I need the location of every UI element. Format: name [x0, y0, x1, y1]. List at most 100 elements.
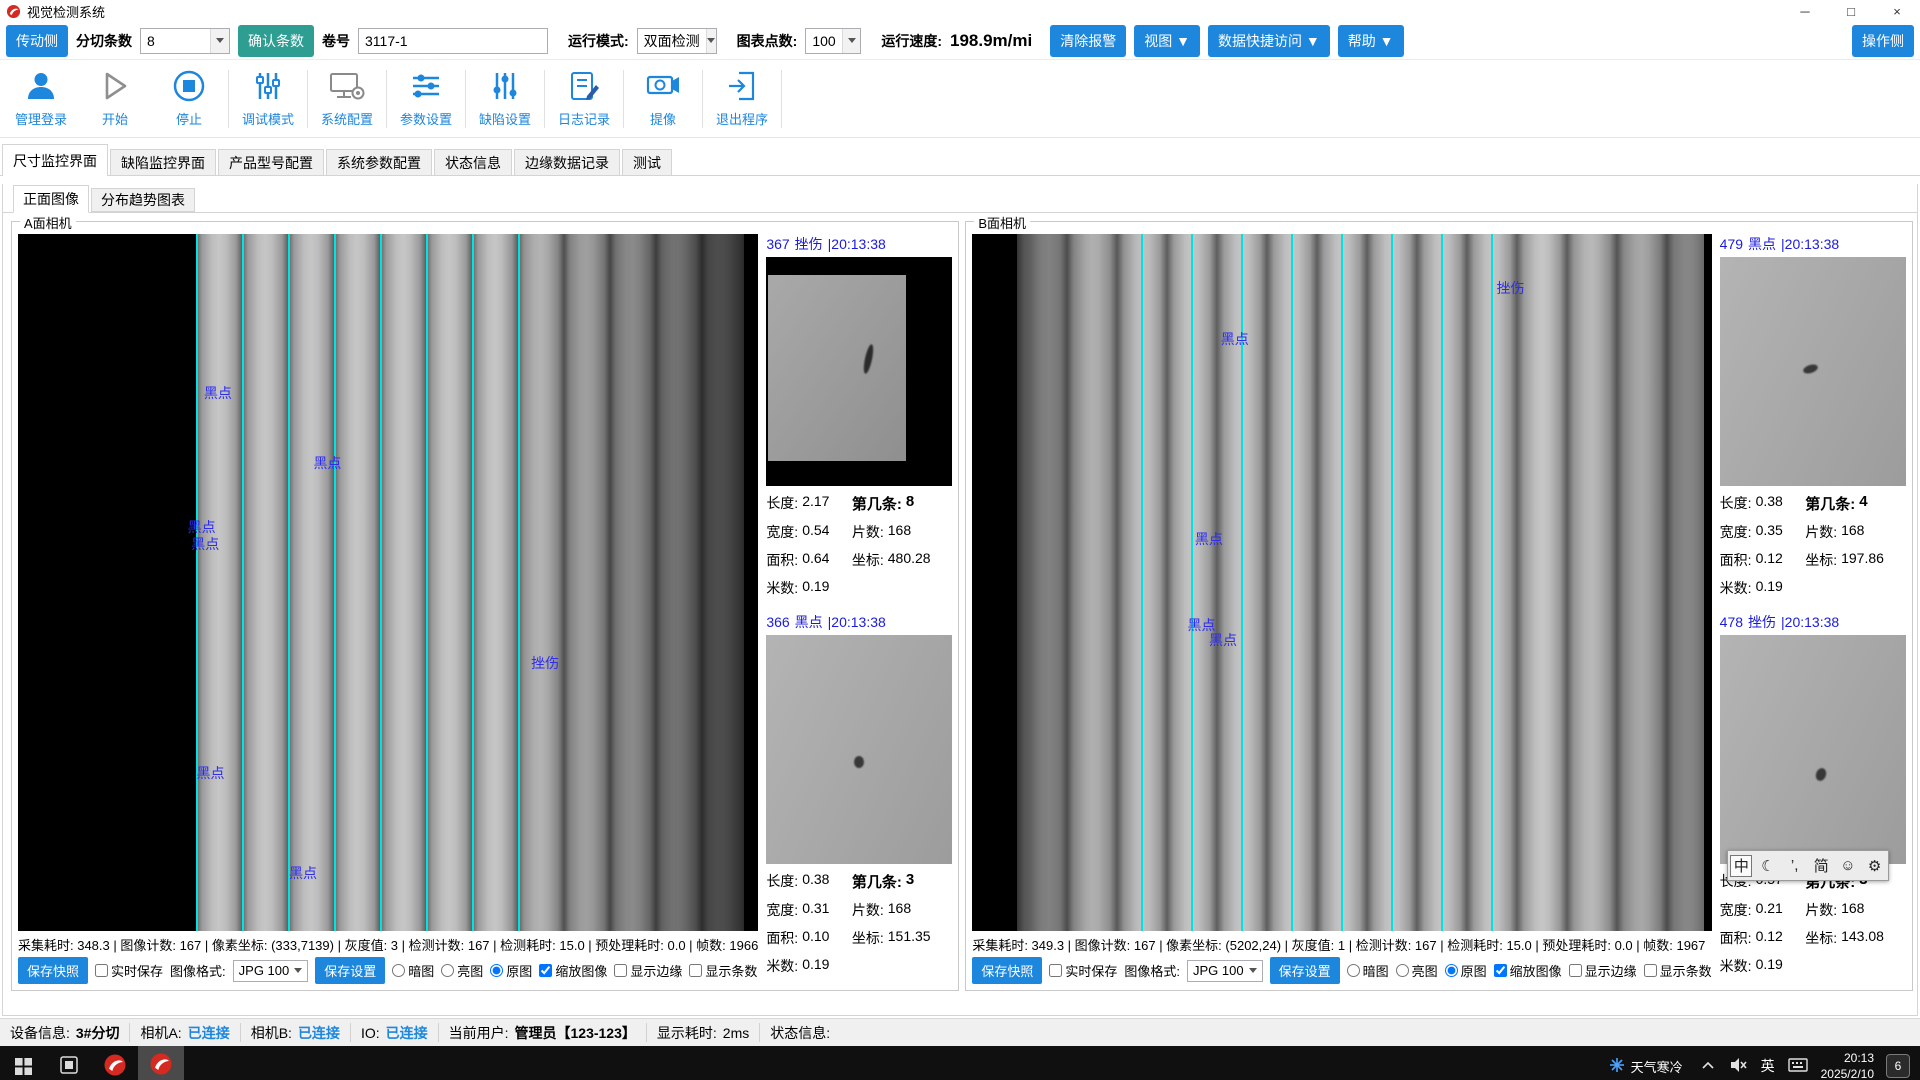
dark-image-input[interactable]	[392, 964, 405, 977]
run-mode-select[interactable]: 双面检测	[637, 28, 717, 54]
bright-image-radio[interactable]: 亮图	[441, 961, 483, 980]
weather-text: 天气寒冷	[1631, 1057, 1683, 1076]
taskbar-app-1[interactable]	[92, 1046, 138, 1080]
bright-image-input[interactable]	[1396, 964, 1409, 977]
data-quick-access-button[interactable]: 数据快捷访问 ▼	[1208, 25, 1330, 57]
ribbon-defect-settings[interactable]: 缺陷设置	[468, 63, 542, 135]
ribbon-admin-login[interactable]: 管理登录	[4, 63, 78, 135]
touch-keyboard-button[interactable]	[1783, 1046, 1813, 1080]
notification-badge[interactable]: 6	[1886, 1054, 1910, 1078]
realtime-save-checkbox[interactable]: 实时保存	[1049, 961, 1117, 980]
ime-charset-button[interactable]: 简	[1810, 853, 1832, 879]
show-edge-input[interactable]	[1569, 964, 1582, 977]
save-snapshot-button[interactable]: 保存快照	[18, 957, 88, 984]
bright-image-radio[interactable]: 亮图	[1396, 961, 1438, 980]
tab-test[interactable]: 测试	[622, 149, 672, 176]
zoom-image-checkbox[interactable]: 缩放图像	[1494, 961, 1562, 980]
show-count-checkbox[interactable]: 显示条数	[1644, 961, 1712, 980]
dark-image-radio[interactable]: 暗图	[1347, 961, 1389, 980]
show-count-input[interactable]	[1644, 964, 1657, 977]
image-format-select[interactable]: JPG 100	[233, 960, 309, 982]
ribbon-system-config[interactable]: 系统配置	[310, 63, 384, 135]
taskbar-weather[interactable]: 天气寒冷	[1599, 1046, 1693, 1080]
camera-b-image[interactable]: 挫伤 黑点 黑点 黑点 黑点	[972, 234, 1711, 931]
camera-b-title: B面相机	[974, 213, 1030, 232]
original-image-radio[interactable]: 原图	[1445, 961, 1487, 980]
task-view-button[interactable]	[46, 1046, 92, 1080]
maximize-button[interactable]: □	[1828, 0, 1874, 22]
tray-chevron-button[interactable]	[1693, 1046, 1723, 1080]
save-snapshot-button[interactable]: 保存快照	[972, 957, 1042, 984]
image-format-select[interactable]: JPG 100	[1187, 960, 1263, 982]
defect-card: 478 挫伤 |20:13:38 长度:0.57 第几条:3 宽度:0.21 片…	[1720, 612, 1906, 976]
show-edge-input[interactable]	[614, 964, 627, 977]
ribbon-param-settings[interactable]: 参数设置	[389, 63, 463, 135]
subtab-front-image[interactable]: 正面图像	[13, 185, 89, 213]
tab-size-monitor[interactable]: 尺寸监控界面	[2, 144, 108, 176]
taskbar-app-2[interactable]	[138, 1046, 184, 1080]
zoom-image-input[interactable]	[1494, 964, 1507, 977]
bright-image-input[interactable]	[441, 964, 454, 977]
ime-mode-button[interactable]: 中	[1730, 855, 1752, 877]
original-image-input[interactable]	[490, 964, 503, 977]
taskbar-clock[interactable]: 20:13 2025/2/10	[1813, 1046, 1882, 1080]
ime-emoji-icon[interactable]: ☺	[1837, 853, 1859, 879]
minimize-button[interactable]: ─	[1782, 0, 1828, 22]
zoom-image-label: 缩放图像	[555, 961, 607, 980]
show-count-input[interactable]	[689, 964, 702, 977]
split-count-select[interactable]: 8	[140, 28, 230, 54]
ribbon-stop[interactable]: 停止	[152, 63, 226, 135]
ribbon-exit[interactable]: 退出程序	[705, 63, 779, 135]
ribbon-debug-mode[interactable]: 调试模式	[231, 63, 305, 135]
save-settings-button[interactable]: 保存设置	[315, 957, 385, 984]
help-menu-button[interactable]: 帮助 ▼	[1338, 25, 1404, 57]
original-image-radio[interactable]: 原图	[490, 961, 532, 980]
ime-settings-icon[interactable]: ⚙	[1864, 853, 1886, 879]
operate-side-button[interactable]: 操作侧	[1852, 25, 1914, 57]
tab-edge-data-record[interactable]: 边缘数据记录	[514, 149, 620, 176]
tab-status-info[interactable]: 状态信息	[434, 149, 512, 176]
ime-punctuation-icon[interactable]: ’,	[1784, 853, 1806, 879]
realtime-save-input[interactable]	[95, 964, 108, 977]
save-settings-button[interactable]: 保存设置	[1270, 957, 1340, 984]
drive-side-button[interactable]: 传动侧	[6, 25, 68, 57]
camera-a-image[interactable]: 黑点 黑点 黑点 黑点 挫伤 黑点 黑点	[18, 234, 758, 931]
dark-image-input[interactable]	[1347, 964, 1360, 977]
realtime-save-checkbox[interactable]: 实时保存	[95, 961, 163, 980]
ribbon-capture[interactable]: 提像	[626, 63, 700, 135]
chevron-down-icon[interactable]	[210, 29, 229, 53]
subtab-trend-chart[interactable]: 分布趋势图表	[91, 188, 195, 212]
bright-image-label: 亮图	[1412, 961, 1438, 980]
tab-product-model-config[interactable]: 产品型号配置	[218, 149, 324, 176]
ribbon-log[interactable]: 日志记录	[547, 63, 621, 135]
volume-button[interactable]	[1723, 1046, 1753, 1080]
chevron-down-icon[interactable]	[706, 29, 716, 53]
realtime-save-input[interactable]	[1049, 964, 1062, 977]
tab-system-param-config[interactable]: 系统参数配置	[326, 149, 432, 176]
close-button[interactable]: ×	[1874, 0, 1920, 22]
original-image-input[interactable]	[1445, 964, 1458, 977]
weather-cold-icon	[1609, 1057, 1625, 1076]
tab-defect-monitor[interactable]: 缺陷监控界面	[110, 149, 216, 176]
show-count-label: 显示条数	[705, 961, 757, 980]
start-button[interactable]	[0, 1046, 46, 1080]
sub-tab-bar: 正面图像 分布趋势图表	[3, 184, 1917, 213]
chevron-down-icon[interactable]	[842, 29, 861, 53]
dark-image-radio[interactable]: 暗图	[392, 961, 434, 980]
ime-language-indicator[interactable]: 英	[1753, 1046, 1783, 1080]
defect-field-value: 0.10	[802, 928, 829, 948]
show-edge-checkbox[interactable]: 显示边缘	[1569, 961, 1637, 980]
chart-points-select[interactable]: 100	[805, 28, 861, 54]
ime-halfwidth-icon[interactable]: ☾	[1757, 853, 1779, 879]
roll-number-input[interactable]	[358, 28, 548, 54]
show-count-checkbox[interactable]: 显示条数	[689, 961, 757, 980]
show-edge-checkbox[interactable]: 显示边缘	[614, 961, 682, 980]
confirm-count-button[interactable]: 确认条数	[238, 25, 314, 57]
device-info-label: 设备信息:	[10, 1023, 70, 1043]
view-menu-button[interactable]: 视图 ▼	[1134, 25, 1200, 57]
zoom-image-input[interactable]	[539, 964, 552, 977]
ribbon-start[interactable]: 开始	[78, 63, 152, 135]
clear-alarm-button[interactable]: 清除报警	[1050, 25, 1126, 57]
zoom-image-checkbox[interactable]: 缩放图像	[539, 961, 607, 980]
status-info-label: 状态信息:	[770, 1023, 830, 1043]
